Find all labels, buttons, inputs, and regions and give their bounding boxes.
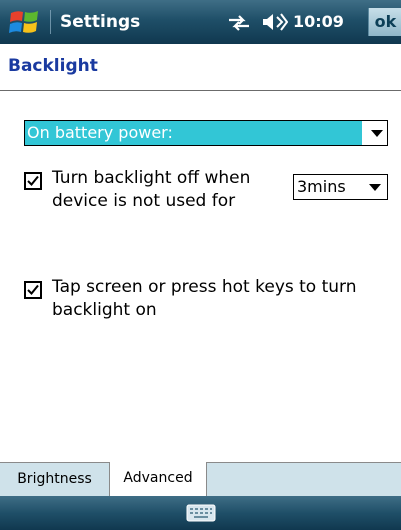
tap-to-turn-on-checkbox[interactable] xyxy=(24,281,42,299)
ok-button[interactable]: ok xyxy=(368,8,401,36)
connectivity-icon[interactable] xyxy=(226,13,252,33)
timeout-selected-value: 3mins xyxy=(297,177,346,196)
chevron-down-icon[interactable] xyxy=(369,184,381,191)
clock-time[interactable]: 10:09 xyxy=(293,12,344,31)
tap-to-turn-on-label-line2: backlight on xyxy=(52,300,157,320)
tab-strip: Brightness Advanced xyxy=(0,462,401,497)
page-title: Backlight xyxy=(8,56,98,76)
chevron-down-icon[interactable] xyxy=(371,130,383,137)
page-heading-bar: Backlight xyxy=(0,44,401,91)
keyboard-icon[interactable] xyxy=(186,503,216,523)
turn-off-backlight-checkbox[interactable] xyxy=(24,172,42,190)
turn-off-backlight-label: Turn backlight off when xyxy=(52,168,251,188)
tap-to-turn-on-label: Tap screen or press hot keys to turn xyxy=(52,277,357,297)
power-source-dropdown[interactable]: On battery power: xyxy=(24,120,388,146)
checkmark-icon xyxy=(27,284,39,295)
power-source-selected-value: On battery power: xyxy=(25,121,362,145)
turn-off-backlight-label-line2: device is not used for xyxy=(52,191,236,211)
app-title: Settings xyxy=(60,12,141,32)
windows-start-icon[interactable] xyxy=(8,6,42,38)
title-separator xyxy=(50,10,51,34)
tab-brightness[interactable]: Brightness xyxy=(0,463,110,496)
softkey-bar xyxy=(0,496,401,530)
volume-icon[interactable] xyxy=(260,12,288,32)
title-bar: Settings 10:09 ok xyxy=(0,0,401,44)
tab-advanced[interactable]: Advanced xyxy=(110,462,207,497)
checkmark-icon xyxy=(27,175,39,186)
timeout-dropdown[interactable]: 3mins xyxy=(293,174,388,200)
